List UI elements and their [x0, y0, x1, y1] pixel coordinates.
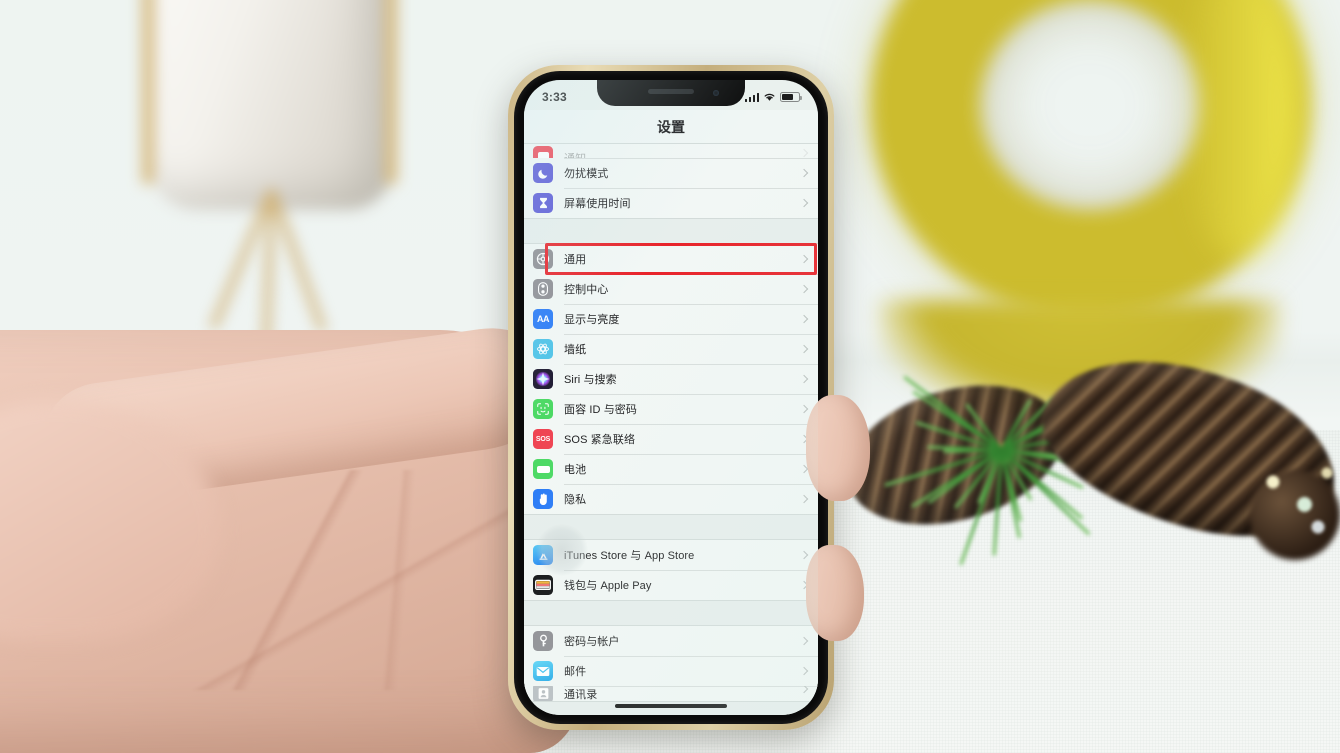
notifications-icon [533, 146, 553, 158]
settings-row-label: iTunes Store 与 App Store [564, 550, 695, 562]
finger-right-lower [806, 545, 864, 641]
settings-row-contacts[interactable]: 通讯录 [524, 686, 818, 701]
privacy-hand-icon [533, 489, 553, 509]
contacts-icon [533, 686, 553, 701]
app-store-icon [533, 545, 553, 565]
chevron-right-icon [799, 404, 809, 414]
settings-group-stores: iTunes Store 与 App Store 钱包与 Apple Pay [524, 524, 818, 601]
chevron-right-icon [799, 344, 809, 354]
chevron-right-icon [799, 494, 809, 504]
status-time: 3:33 [542, 90, 567, 104]
settings-row-label: 通讯录 [564, 689, 598, 701]
settings-row-general[interactable]: 通用 [524, 244, 818, 274]
passwords-key-icon [533, 631, 553, 651]
group-spacer [524, 219, 818, 243]
chevron-right-icon [799, 148, 809, 158]
white-planter [140, 0, 440, 360]
cellular-signal-icon [744, 92, 759, 102]
settings-row-itunes-app-store[interactable]: iTunes Store 与 App Store [524, 540, 818, 570]
do-not-disturb-icon [533, 163, 553, 183]
settings-row-label: 隐私 [564, 494, 587, 506]
settings-row-sos[interactable]: SOS SOS 紧急联络 [524, 424, 818, 454]
settings-row-wallpaper[interactable]: 墙纸 [524, 334, 818, 364]
settings-row-label: 勿扰模式 [564, 168, 609, 180]
settings-row-siri-search[interactable]: Siri 与搜索 [524, 364, 818, 394]
chevron-right-icon [799, 314, 809, 324]
settings-row-display-brightness[interactable]: AA 显示与亮度 [524, 304, 818, 334]
chevron-right-icon [799, 686, 809, 694]
settings-row-label: 钱包与 Apple Pay [564, 580, 652, 592]
fairy-lights [1255, 455, 1340, 545]
settings-row-label: 通知 [564, 150, 586, 158]
chevron-right-icon [799, 666, 809, 676]
settings-group-notifications: 通知 勿扰模式 [524, 143, 818, 219]
settings-row-battery[interactable]: 电池 [524, 454, 818, 484]
chevron-right-icon [799, 636, 809, 646]
settings-row-label: 通用 [564, 254, 587, 266]
battery-settings-icon [533, 459, 553, 479]
settings-row-label: 邮件 [564, 666, 587, 678]
settings-row-label: SOS 紧急联络 [564, 434, 636, 446]
settings-row-mail[interactable]: 邮件 [524, 656, 818, 686]
settings-list[interactable]: 通知 勿扰模式 [524, 143, 818, 715]
settings-row-label: 墙纸 [564, 344, 587, 356]
phone-screen[interactable]: 3:33 设置 勿扰模式 屏幕使用时间 通用 控制中心 AA 显示与亮度 墙纸 … [524, 80, 818, 715]
screen-time-icon [533, 193, 553, 213]
settings-row-label: 屏幕使用时间 [564, 198, 631, 210]
group-spacer [524, 601, 818, 625]
front-camera-icon [713, 90, 719, 96]
settings-row-passwords-accounts[interactable]: 密码与帐户 [524, 626, 818, 656]
status-indicators [744, 92, 802, 102]
page-title: 设置 [657, 118, 685, 135]
siri-icon [533, 369, 553, 389]
screenshot-scene: 3:33 设置 勿扰模式 屏幕使用时间 通用 控制中心 AA 显示与亮度 墙纸 … [0, 0, 1340, 753]
display-brightness-icon: AA [533, 309, 553, 329]
nav-bar: 设置 [524, 110, 818, 143]
chevron-right-icon [799, 374, 809, 384]
settings-row-control-center[interactable]: 控制中心 [524, 274, 818, 304]
settings-group-accounts: 密码与帐户 邮件 通讯录 [524, 625, 818, 702]
settings-group-system: 通用 控制中心 AA 显示与亮度 墙纸 Siri 与搜索 面容 ID 与密码 S… [524, 243, 818, 515]
settings-row-label: 密码与帐户 [564, 636, 620, 648]
settings-row-do-not-disturb[interactable]: 勿扰模式 [524, 158, 818, 188]
wallet-icon [533, 575, 553, 595]
group-spacer [524, 515, 818, 539]
general-gear-icon [533, 249, 553, 269]
settings-row-notifications[interactable]: 通知 [524, 144, 818, 158]
settings-row-label: 面容 ID 与密码 [564, 404, 638, 416]
wallpaper-icon [533, 339, 553, 359]
settings-row-label: Siri 与搜索 [564, 374, 617, 386]
settings-row-wallet-apple-pay[interactable]: 钱包与 Apple Pay [524, 570, 818, 600]
settings-row-face-id[interactable]: 面容 ID 与密码 [524, 394, 818, 424]
finger-right-upper [806, 395, 870, 501]
battery-icon [780, 92, 802, 102]
chevron-right-icon [799, 284, 809, 294]
mail-icon [533, 661, 553, 681]
settings-row-privacy[interactable]: 隐私 [524, 484, 818, 514]
home-indicator[interactable] [615, 704, 727, 708]
iphone-device: 3:33 设置 勿扰模式 屏幕使用时间 通用 控制中心 AA 显示与亮度 墙纸 … [508, 65, 834, 730]
chevron-right-icon [799, 168, 809, 178]
settings-row-label: 电池 [564, 464, 587, 476]
earpiece-speaker [648, 89, 694, 94]
pine-needle [903, 375, 1003, 452]
settings-row-screen-time[interactable]: 屏幕使用时间 [524, 188, 818, 218]
wifi-icon [764, 93, 775, 101]
control-center-icon [533, 279, 553, 299]
settings-row-label: 显示与亮度 [564, 314, 620, 326]
chevron-right-icon [799, 254, 809, 264]
chevron-right-icon [799, 198, 809, 208]
settings-row-label: 控制中心 [564, 284, 609, 296]
notch [597, 80, 745, 106]
sos-icon: SOS [533, 429, 553, 449]
chevron-right-icon [799, 550, 809, 560]
face-id-icon [533, 399, 553, 419]
